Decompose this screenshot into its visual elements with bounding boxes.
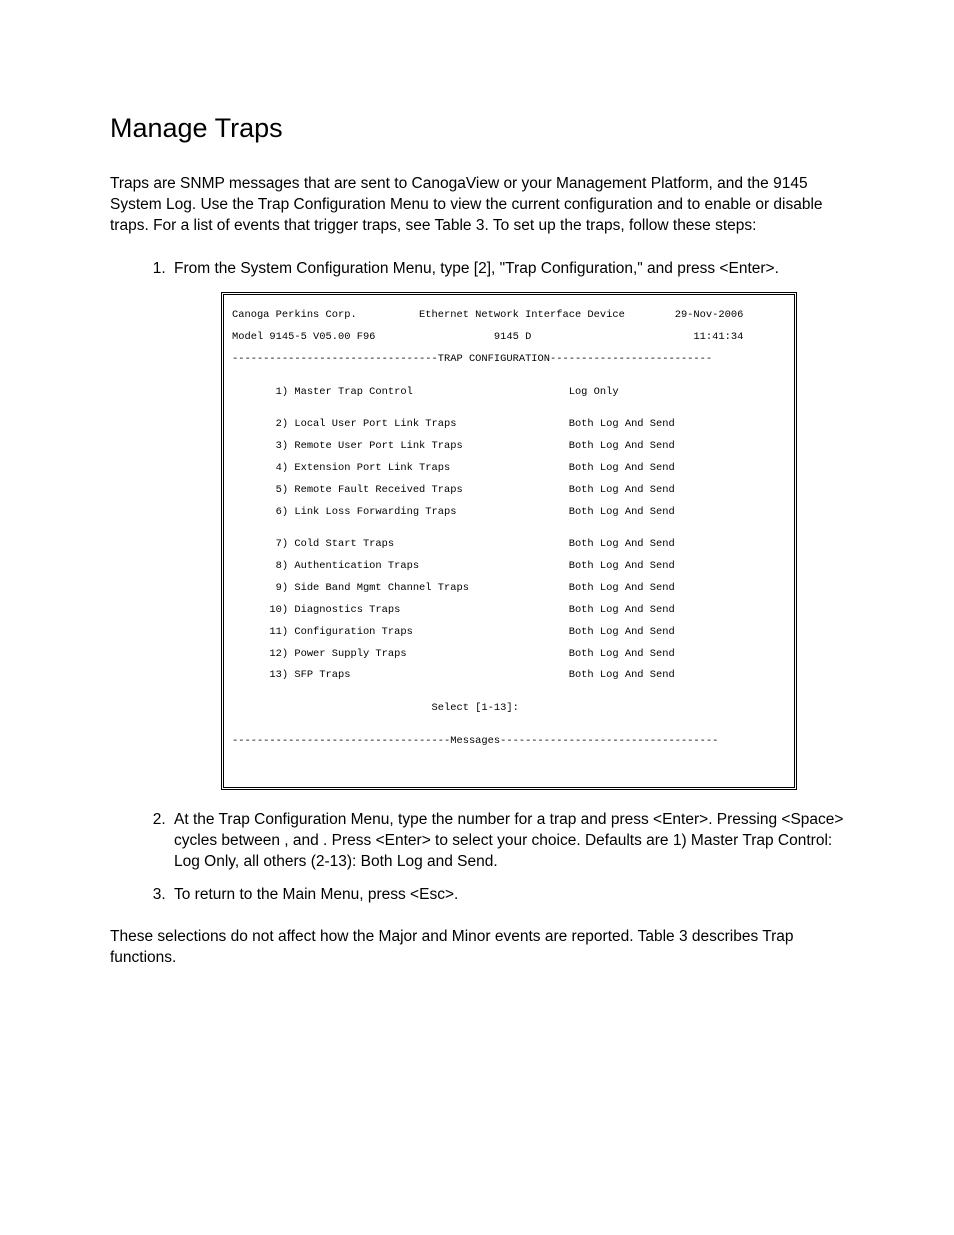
term-line: 10) Diagnostics Traps Both Log And Send <box>232 605 786 616</box>
term-line: 9) Side Band Mgmt Channel Traps Both Log… <box>232 583 786 594</box>
term-line: 6) Link Loss Forwarding Traps Both Log A… <box>232 507 786 518</box>
term-line: 4) Extension Port Link Traps Both Log An… <box>232 463 786 474</box>
step-1-text: From the System Configuration Menu, type… <box>174 260 779 277</box>
intro-paragraph: Traps are SNMP messages that are sent to… <box>110 174 844 237</box>
page-title: Manage Traps <box>110 110 844 146</box>
term-line: 3) Remote User Port Link Traps Both Log … <box>232 441 786 452</box>
term-line: 5) Remote Fault Received Traps Both Log … <box>232 485 786 496</box>
step-3: To return to the Main Menu, press <Esc>. <box>170 885 844 906</box>
term-line: 13) SFP Traps Both Log And Send <box>232 670 786 681</box>
term-line: 7) Cold Start Traps Both Log And Send <box>232 539 786 550</box>
term-line: ---------------------------------TRAP CO… <box>232 354 786 365</box>
term-line: 12) Power Supply Traps Both Log And Send <box>232 649 786 660</box>
term-line: Select [1-13]: <box>232 703 786 714</box>
term-line: 2) Local User Port Link Traps Both Log A… <box>232 419 786 430</box>
term-line: Model 9145-5 V05.00 F96 9145 D 11:41:34 <box>232 332 786 343</box>
term-line: -----------------------------------Messa… <box>232 736 786 747</box>
steps-list: From the System Configuration Menu, type… <box>110 259 844 905</box>
step-2: At the Trap Configuration Menu, type the… <box>170 810 844 873</box>
term-line: 8) Authentication Traps Both Log And Sen… <box>232 561 786 572</box>
closing-paragraph: These selections do not affect how the M… <box>110 927 844 969</box>
term-line: Canoga Perkins Corp. Ethernet Network In… <box>232 310 786 321</box>
term-line: 11) Configuration Traps Both Log And Sen… <box>232 627 786 638</box>
step-1: From the System Configuration Menu, type… <box>170 259 844 790</box>
terminal-screenshot: Canoga Perkins Corp. Ethernet Network In… <box>221 292 797 790</box>
term-line: 1) Master Trap Control Log Only <box>232 387 786 398</box>
